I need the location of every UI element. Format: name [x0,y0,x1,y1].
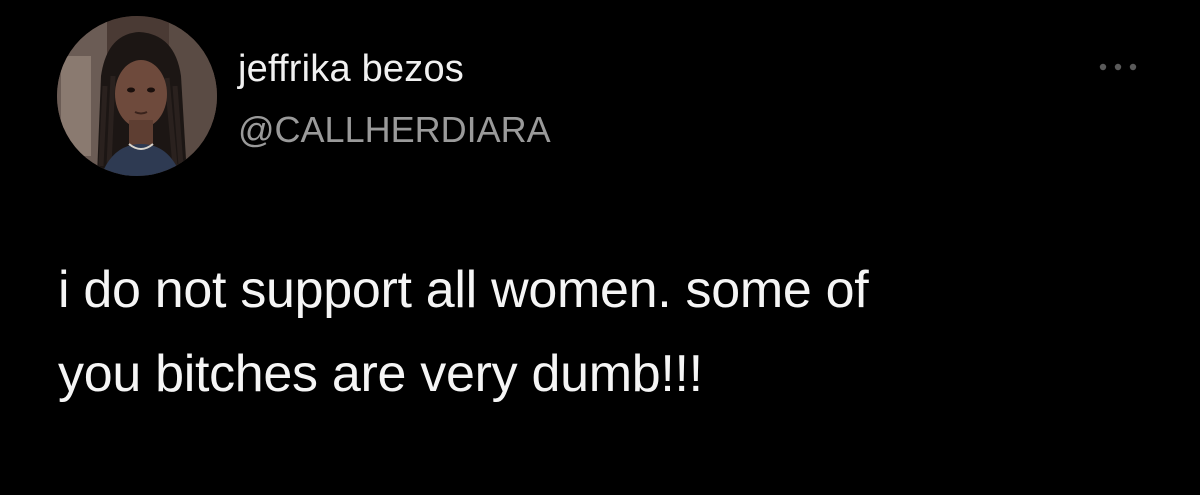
profile-photo-icon [57,16,217,176]
more-options-button[interactable] [1092,52,1144,82]
display-name[interactable]: jeffrika bezos [238,46,464,92]
tweet-text-line: i do not support all women. some of [58,261,869,319]
user-handle[interactable]: @CALLHERDIARA [238,108,551,152]
tweet-text-line: you bitches are very dumb!!! [58,345,703,403]
ellipsis-horizontal-icon [1099,63,1137,71]
tweet-card: jeffrika bezos @CALLHERDIARA i do not su… [0,0,1200,495]
avatar[interactable] [57,16,217,176]
tweet-text: i do not support all women. some of you … [58,248,1118,416]
